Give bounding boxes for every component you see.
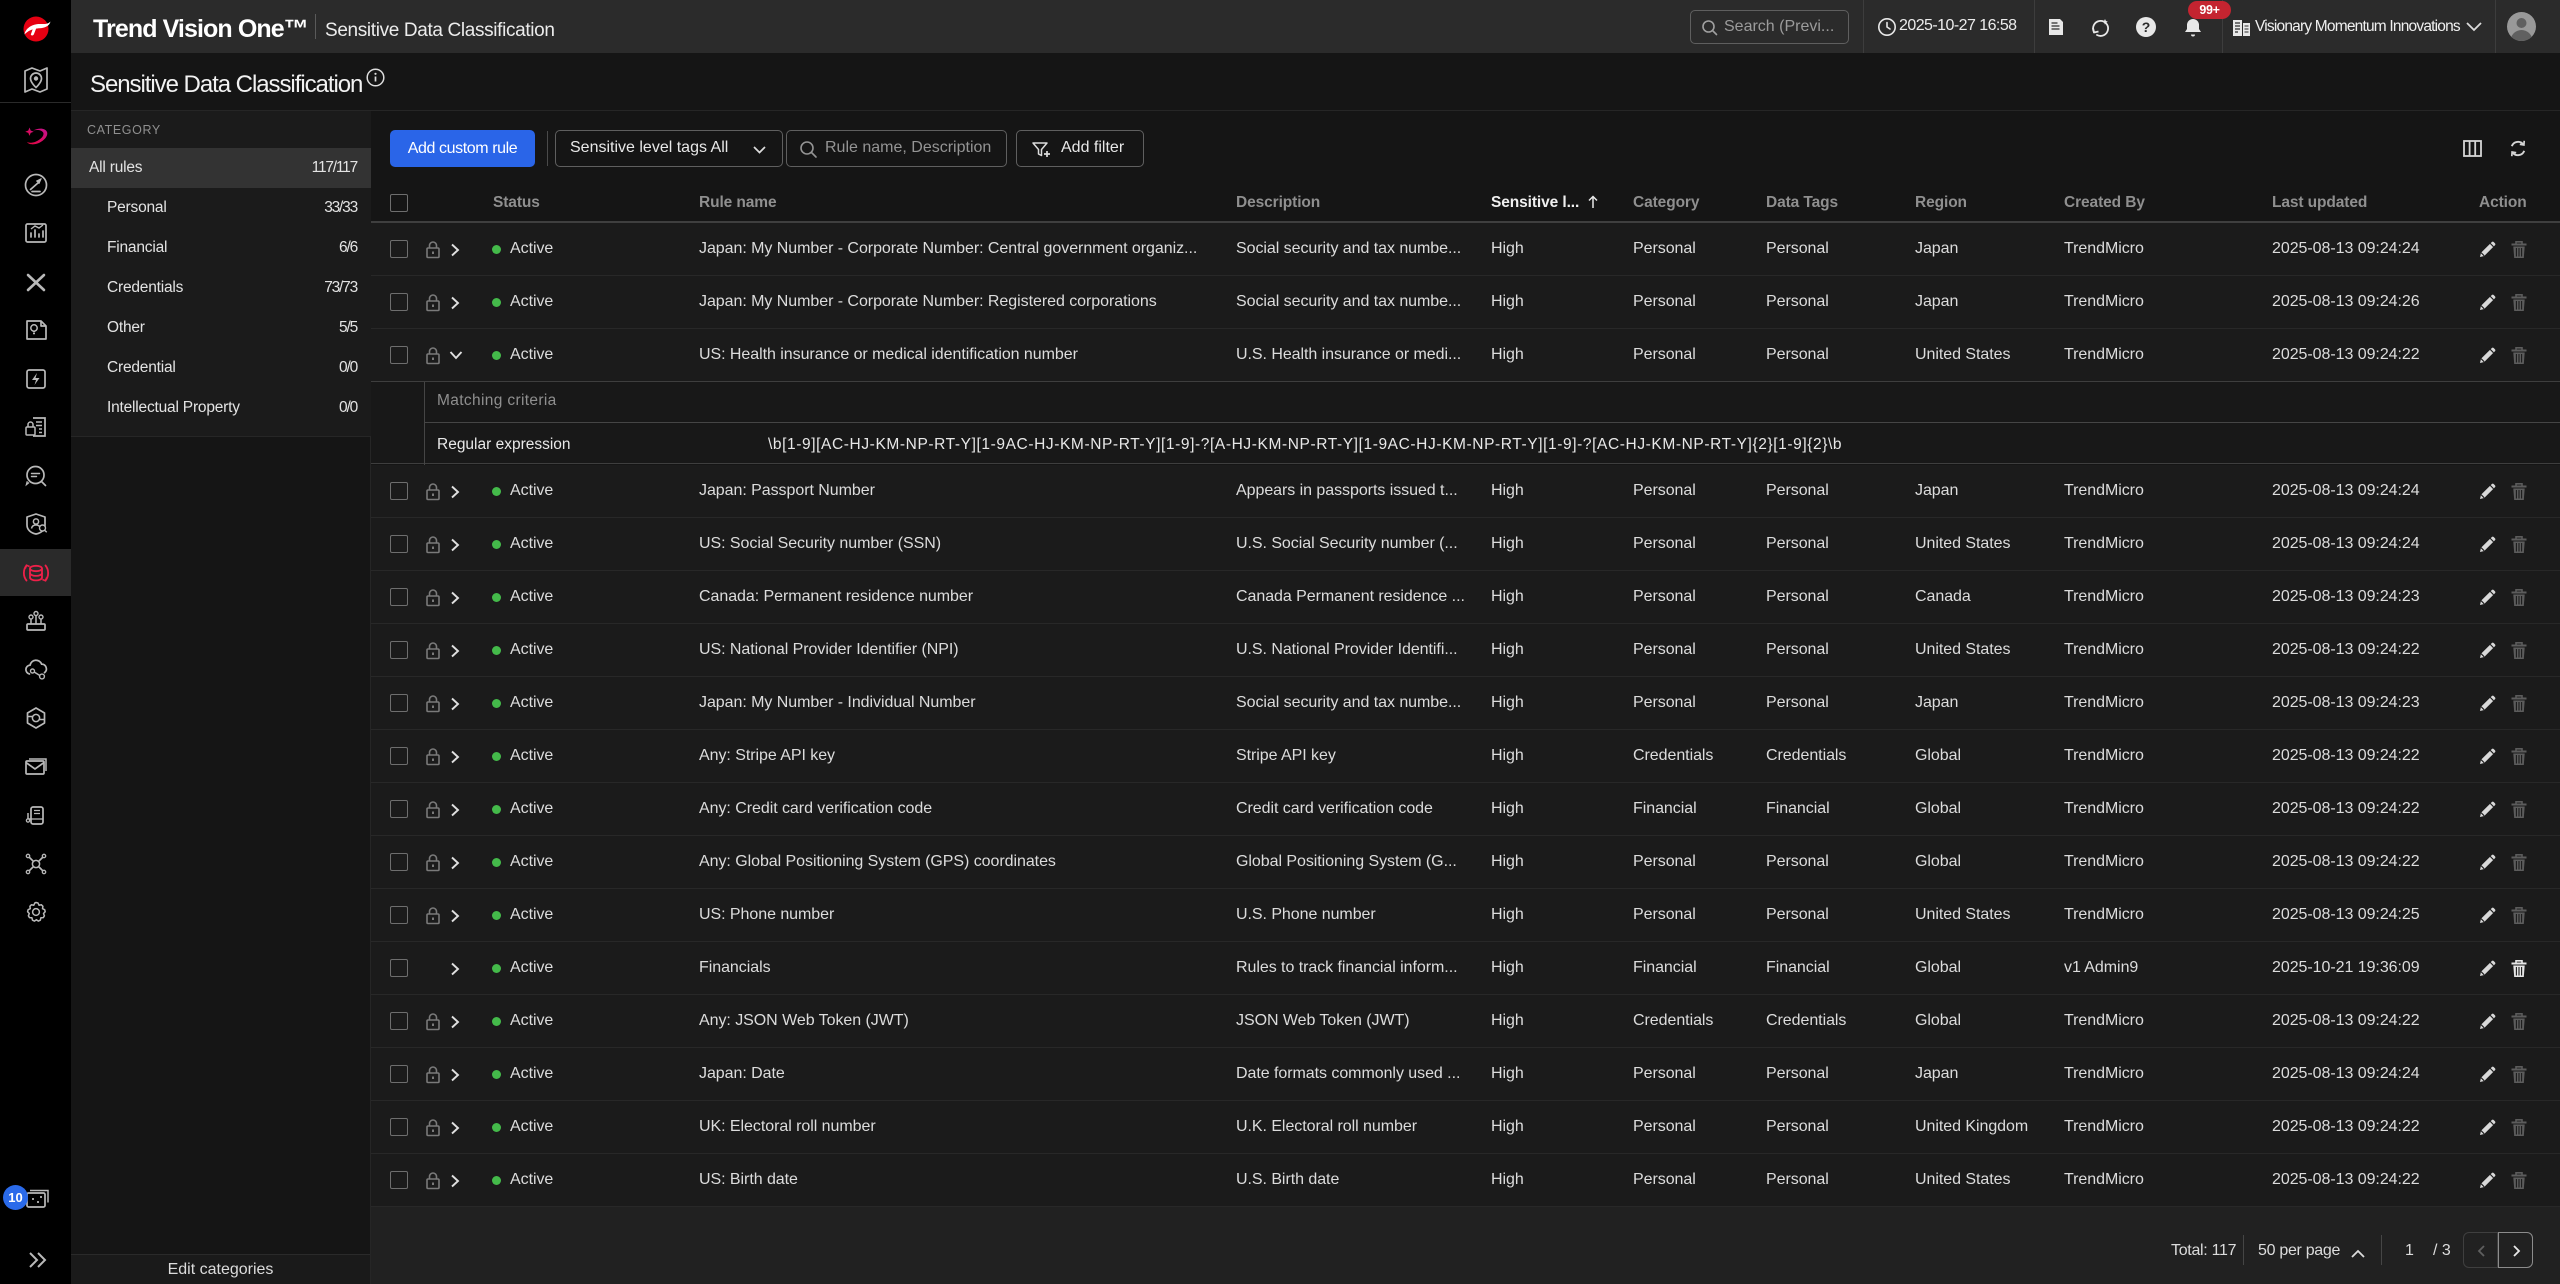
svg-text:?: ? — [2142, 19, 2151, 35]
